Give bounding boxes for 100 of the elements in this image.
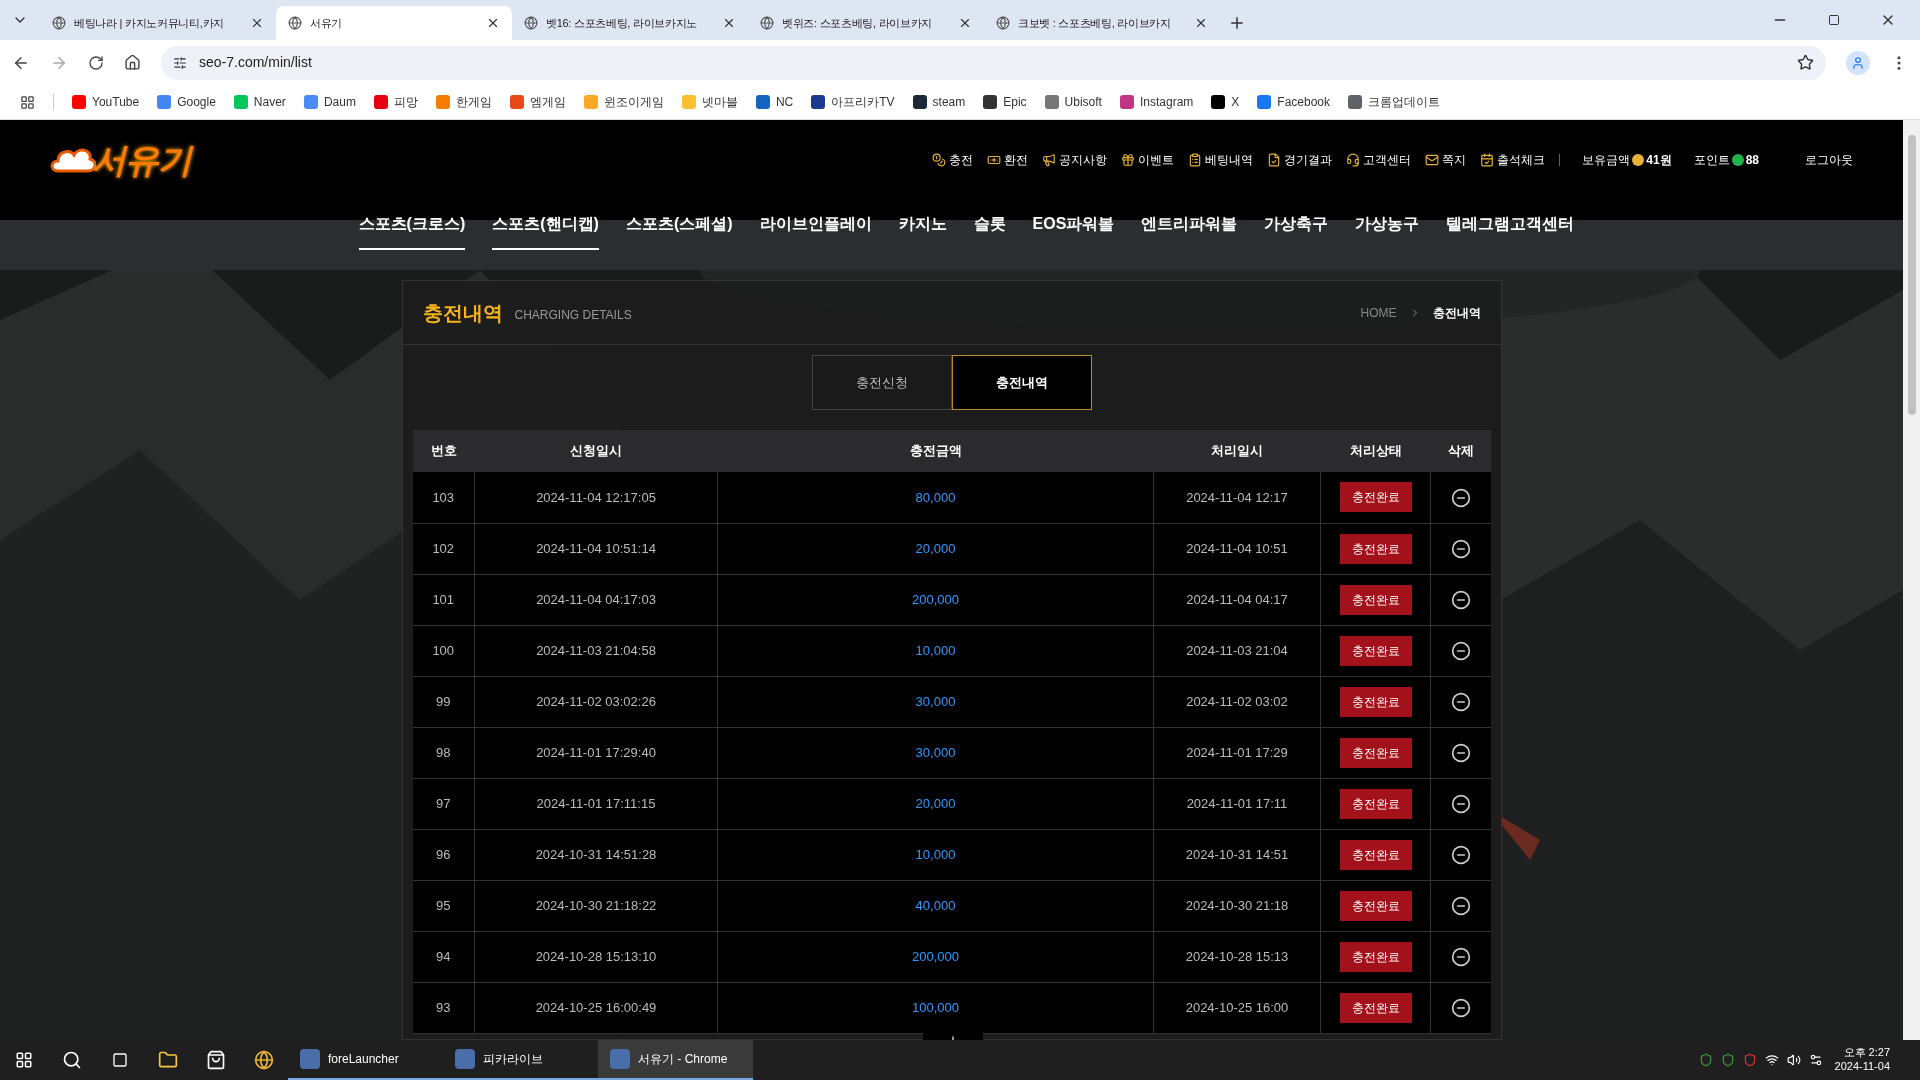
nav-item[interactable]: 슬롯	[973, 200, 1006, 250]
delete-icon[interactable]	[1450, 538, 1471, 559]
nav-item[interactable]: 가상농구	[1355, 200, 1420, 250]
nav-item[interactable]: 카지노	[898, 200, 947, 250]
browser-tab[interactable]: 베팅나라 | 카지노커뮤니티,카지	[40, 6, 276, 40]
shield-icon[interactable]	[1698, 1053, 1713, 1067]
site-settings-icon[interactable]	[173, 55, 187, 70]
bookmark[interactable]: Google	[157, 93, 216, 111]
delete-icon[interactable]	[1450, 946, 1471, 967]
nav-item[interactable]: EOS파워볼	[1032, 200, 1115, 250]
page-tab[interactable]: 충전내역	[951, 355, 1092, 410]
header-link-icon[interactable]	[932, 153, 947, 167]
header-link[interactable]: 쪽지	[1442, 151, 1467, 169]
delete-icon[interactable]	[1450, 844, 1471, 865]
nav-item[interactable]: 라이브인플레이	[759, 200, 872, 250]
bookmark[interactable]: steam	[912, 93, 966, 111]
delete-icon[interactable]	[1450, 997, 1471, 1018]
nav-item[interactable]: 스포츠(스페셜)	[625, 200, 733, 250]
bookmark[interactable]: Instagram	[1119, 93, 1194, 111]
header-link[interactable]: 고객센터	[1363, 151, 1412, 169]
scrollbar[interactable]	[1903, 120, 1920, 1040]
close-tab-icon[interactable]	[1194, 16, 1208, 30]
store-icon[interactable]	[206, 1050, 226, 1070]
table-cell: 2024-11-04 10:51:14	[474, 523, 718, 574]
shield-icon[interactable]	[1720, 1053, 1735, 1067]
header-link-icon[interactable]	[1042, 153, 1057, 167]
close-tab-icon[interactable]	[486, 16, 500, 30]
nav-item[interactable]: 텔레그램고객센터	[1446, 200, 1575, 250]
reload-icon[interactable]	[88, 54, 104, 71]
apps-icon[interactable]	[20, 94, 35, 110]
new-tab-icon[interactable]	[1228, 14, 1246, 32]
bookmark[interactable]: 넷마블	[681, 93, 738, 111]
browser-icon[interactable]	[254, 1050, 274, 1070]
bookmark[interactable]: 엠게임	[509, 93, 566, 111]
bookmark[interactable]: Ubisoft	[1044, 93, 1102, 111]
delete-icon[interactable]	[1450, 487, 1471, 508]
bookmark[interactable]: Daum	[303, 93, 356, 111]
bookmark[interactable]: 윈조이게임	[583, 93, 664, 111]
header-link[interactable]: 출석체크	[1497, 151, 1546, 169]
header-link[interactable]: 베팅내역	[1205, 151, 1254, 169]
header-link-icon[interactable]	[1188, 153, 1203, 167]
bookmark[interactable]: 아프리카TV	[811, 93, 895, 111]
taskbar-app[interactable]: foreLauncher	[288, 1040, 443, 1080]
header-link-icon[interactable]	[1121, 153, 1136, 167]
nav-item[interactable]: 스포츠(크로스)	[358, 200, 466, 250]
header-link[interactable]: 환전	[1004, 151, 1029, 169]
folder-icon[interactable]	[158, 1050, 178, 1070]
header-link-icon[interactable]	[1480, 153, 1495, 167]
close-tab-icon[interactable]	[958, 16, 972, 30]
bookmark[interactable]: 크롬업데이트	[1348, 93, 1441, 111]
browser-tab[interactable]: 크보벳 : 스포츠베팅, 라이브카지	[984, 6, 1220, 40]
close-tab-icon[interactable]	[722, 16, 736, 30]
browser-tab[interactable]: 벳위즈: 스포츠베팅, 라이브카지	[748, 6, 984, 40]
start-icon[interactable]	[15, 1051, 33, 1069]
delete-icon[interactable]	[1450, 742, 1471, 763]
nav-item[interactable]: 가상축구	[1264, 200, 1329, 250]
browser-tab[interactable]: 서유기	[276, 6, 512, 40]
logout-link[interactable]: 로그아웃	[1805, 151, 1853, 169]
page-tab[interactable]: 충전신청	[811, 355, 952, 410]
bookmark-star-icon[interactable]	[1797, 54, 1814, 71]
bookmark[interactable]: 한게임	[435, 93, 492, 111]
close-tab-icon[interactable]	[250, 16, 264, 30]
settings-icon[interactable]	[1808, 1053, 1823, 1067]
header-link[interactable]: 경기결과	[1284, 151, 1333, 169]
browser-tab[interactable]: 벳16: 스포츠베팅, 라이브카지노	[512, 6, 748, 40]
header-link-icon[interactable]	[1346, 153, 1361, 167]
network-icon[interactable]	[1764, 1053, 1779, 1067]
nav-item[interactable]: 스포츠(핸디캡)	[492, 200, 599, 250]
bookmark[interactable]: YouTube	[72, 93, 140, 111]
status-badge: 충전완료	[1339, 992, 1412, 1023]
header-link[interactable]: 이벤트	[1138, 151, 1175, 169]
header-link-icon[interactable]	[1425, 153, 1440, 167]
delete-icon[interactable]	[1450, 691, 1471, 712]
bookmark[interactable]: 피망	[373, 93, 418, 111]
delete-icon[interactable]	[1450, 589, 1471, 610]
bookmark[interactable]: Facebook	[1257, 93, 1331, 111]
volume-icon[interactable]	[1786, 1053, 1801, 1067]
restore-icon[interactable]	[1828, 14, 1840, 26]
header-link[interactable]: 충전	[949, 151, 974, 169]
delete-icon[interactable]	[1450, 793, 1471, 814]
delete-icon[interactable]	[1450, 895, 1471, 916]
profile-button[interactable]	[1846, 50, 1870, 75]
nav-item[interactable]: 엔트리파워볼	[1141, 200, 1238, 250]
task-view-icon[interactable]	[112, 1052, 128, 1068]
address-bar[interactable]: seo-7.com/min/list	[161, 45, 1826, 80]
home-icon[interactable]	[124, 54, 141, 71]
taskbar-app[interactable]: 서유기 - Chrome	[598, 1040, 753, 1080]
bookmark[interactable]: Epic	[983, 93, 1027, 111]
delete-icon[interactable]	[1450, 640, 1471, 661]
search-icon[interactable]	[62, 1050, 82, 1070]
bookmark[interactable]: X	[1211, 93, 1240, 111]
header-link-icon[interactable]	[987, 153, 1002, 167]
shield-icon[interactable]	[1742, 1053, 1757, 1067]
taskbar-app[interactable]: 피카라이브	[443, 1040, 598, 1080]
header-link-icon[interactable]	[1267, 153, 1282, 167]
header-link[interactable]: 공지사항	[1059, 151, 1108, 169]
bookmark[interactable]: Naver	[233, 93, 286, 111]
site-logo[interactable]: 서유기	[50, 134, 192, 186]
bookmark[interactable]: NC	[755, 93, 794, 111]
breadcrumb-item[interactable]: HOME	[1360, 303, 1397, 322]
